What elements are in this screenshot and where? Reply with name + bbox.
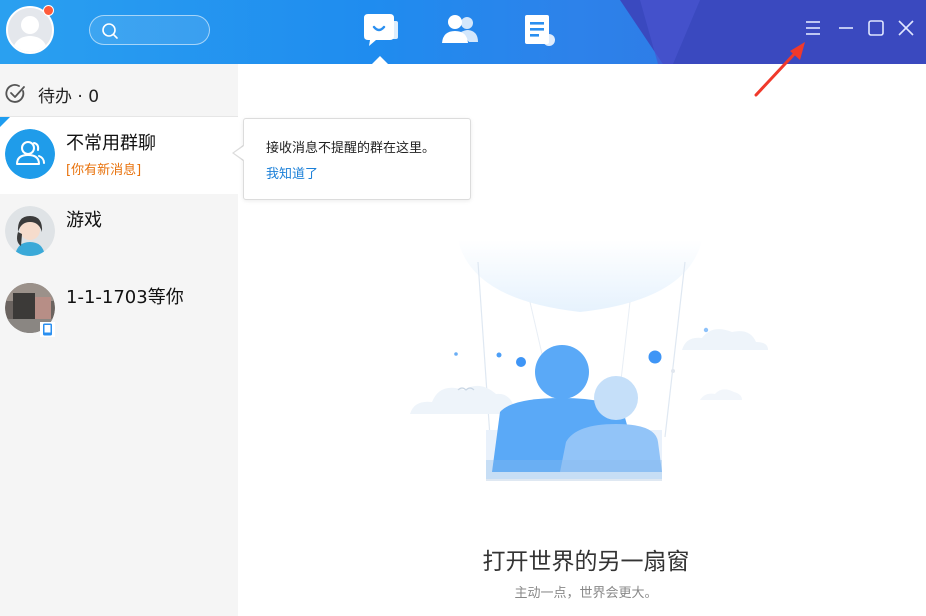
todo-row[interactable]: 待办 · 0	[0, 64, 238, 117]
chat-subtitle: [你有新消息]	[66, 163, 142, 178]
search-icon	[101, 22, 119, 44]
tooltip-popup: 接收消息不提醒的群在这里。 我知道了	[243, 118, 471, 200]
tab-messages[interactable]	[362, 12, 402, 50]
close-button[interactable]	[896, 18, 916, 38]
maximize-button[interactable]	[866, 18, 886, 38]
chat-bubble-icon	[364, 14, 398, 46]
tooltip-arrow-fill	[234, 146, 244, 160]
chat-name: 游戏	[66, 210, 102, 231]
minimize-button[interactable]	[836, 18, 856, 38]
red-arrow-annotation	[754, 42, 805, 97]
maximize-icon	[868, 20, 884, 36]
chat-item-1-1-1703[interactable]: 1-1-1703等你	[0, 271, 238, 348]
minimize-icon	[839, 27, 853, 29]
search-box[interactable]	[89, 15, 210, 45]
avatar	[5, 129, 55, 179]
todo-label: 待办 · 0	[38, 87, 100, 107]
sidebar: 待办 · 0 不常用群聊 [你有新消息] 游戏 1-1-1703等你	[0, 64, 238, 616]
got-it-link[interactable]: 我知道了	[266, 163, 318, 182]
close-icon	[898, 20, 914, 36]
chat-item-infrequent-groups[interactable]: 不常用群聊 [你有新消息]	[0, 117, 238, 194]
check-circle-icon	[5, 83, 26, 108]
tooltip-text: 接收消息不提醒的群在这里。	[266, 141, 436, 156]
notification-dot	[43, 5, 54, 16]
tab-contacts[interactable]	[441, 12, 481, 50]
avatar	[5, 206, 55, 256]
active-tab-caret	[372, 56, 388, 64]
menu-icon	[806, 21, 820, 35]
balloon-illustration	[410, 240, 768, 481]
main-subtitle: 主动一点，世界会更大。	[514, 586, 658, 601]
contacts-icon	[442, 15, 478, 43]
tab-docs[interactable]	[521, 12, 561, 50]
selected-indicator	[0, 117, 10, 127]
group-icon	[5, 129, 55, 179]
document-icon	[525, 15, 555, 46]
chat-item-games[interactable]: 游戏	[0, 194, 238, 271]
search-input[interactable]	[124, 20, 204, 40]
chat-name: 1-1-1703等你	[66, 287, 184, 308]
mobile-online-icon	[40, 322, 55, 341]
menu-button[interactable]	[803, 18, 823, 38]
chat-name: 不常用群聊	[66, 133, 156, 154]
main-title: 打开世界的另一扇窗	[482, 549, 690, 575]
girl-avatar-icon	[5, 206, 55, 256]
